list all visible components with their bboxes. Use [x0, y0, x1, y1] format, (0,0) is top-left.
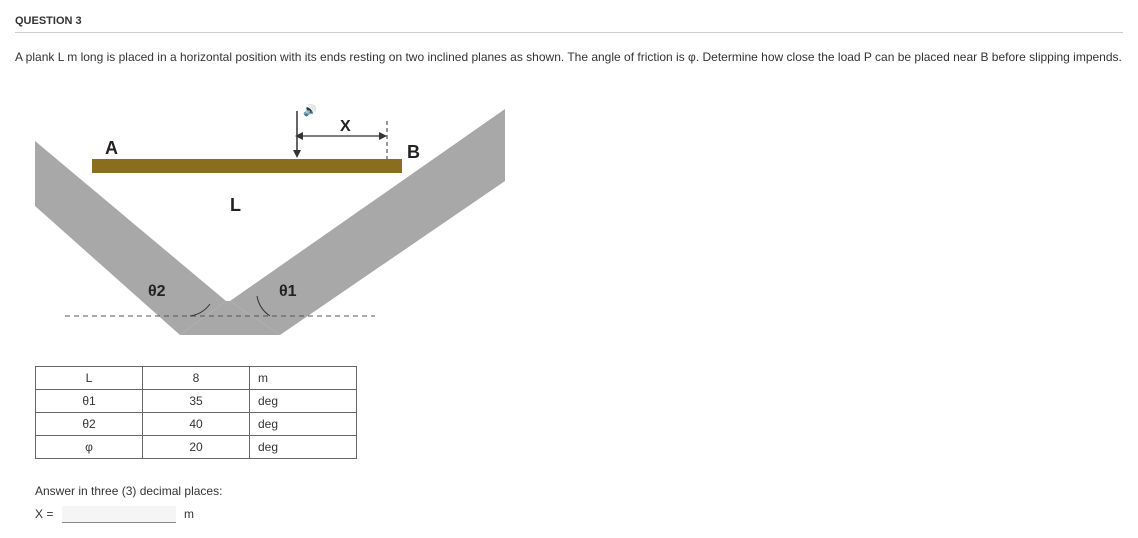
label-b: B: [407, 142, 420, 162]
param-cell: θ1: [36, 390, 143, 413]
load-p-arrow-head: [293, 150, 301, 158]
label-theta2: θ2: [148, 283, 166, 300]
question-header: QUESTION 3: [15, 15, 1123, 33]
unit-cell: deg: [250, 413, 357, 436]
plank-shape: [92, 159, 402, 173]
param-cell: L: [36, 367, 143, 390]
unit-cell: deg: [250, 390, 357, 413]
param-cell: θ2: [36, 413, 143, 436]
table-row: L 8 m: [36, 367, 357, 390]
table-row: φ 20 deg: [36, 436, 357, 459]
answer-unit: m: [184, 507, 194, 521]
table-row: θ1 35 deg: [36, 390, 357, 413]
question-text: A plank L m long is placed in a horizont…: [15, 48, 1123, 66]
plank-diagram: 🔊 A B L X θ1 θ2: [35, 96, 515, 346]
parameters-table: L 8 m θ1 35 deg θ2 40 deg φ 20 deg: [35, 366, 357, 459]
x-arrow-right: [379, 132, 387, 140]
value-cell: 40: [143, 413, 250, 436]
x-arrow-left: [295, 132, 303, 140]
param-cell: φ: [36, 436, 143, 459]
unit-cell: m: [250, 367, 357, 390]
answer-section: Answer in three (3) decimal places: X = …: [35, 484, 1123, 523]
label-x: X: [340, 118, 351, 135]
value-cell: 8: [143, 367, 250, 390]
label-l: L: [230, 195, 241, 215]
label-a: A: [105, 138, 118, 158]
answer-variable-label: X =: [35, 507, 53, 521]
label-theta1: θ1: [279, 283, 297, 300]
answer-instruction: Answer in three (3) decimal places:: [35, 484, 1123, 498]
table-row: θ2 40 deg: [36, 413, 357, 436]
value-cell: 35: [143, 390, 250, 413]
answer-input[interactable]: [62, 506, 176, 523]
unit-cell: deg: [250, 436, 357, 459]
value-cell: 20: [143, 436, 250, 459]
p-sound-icon: 🔊: [303, 103, 317, 117]
right-incline-shape: [230, 109, 505, 335]
